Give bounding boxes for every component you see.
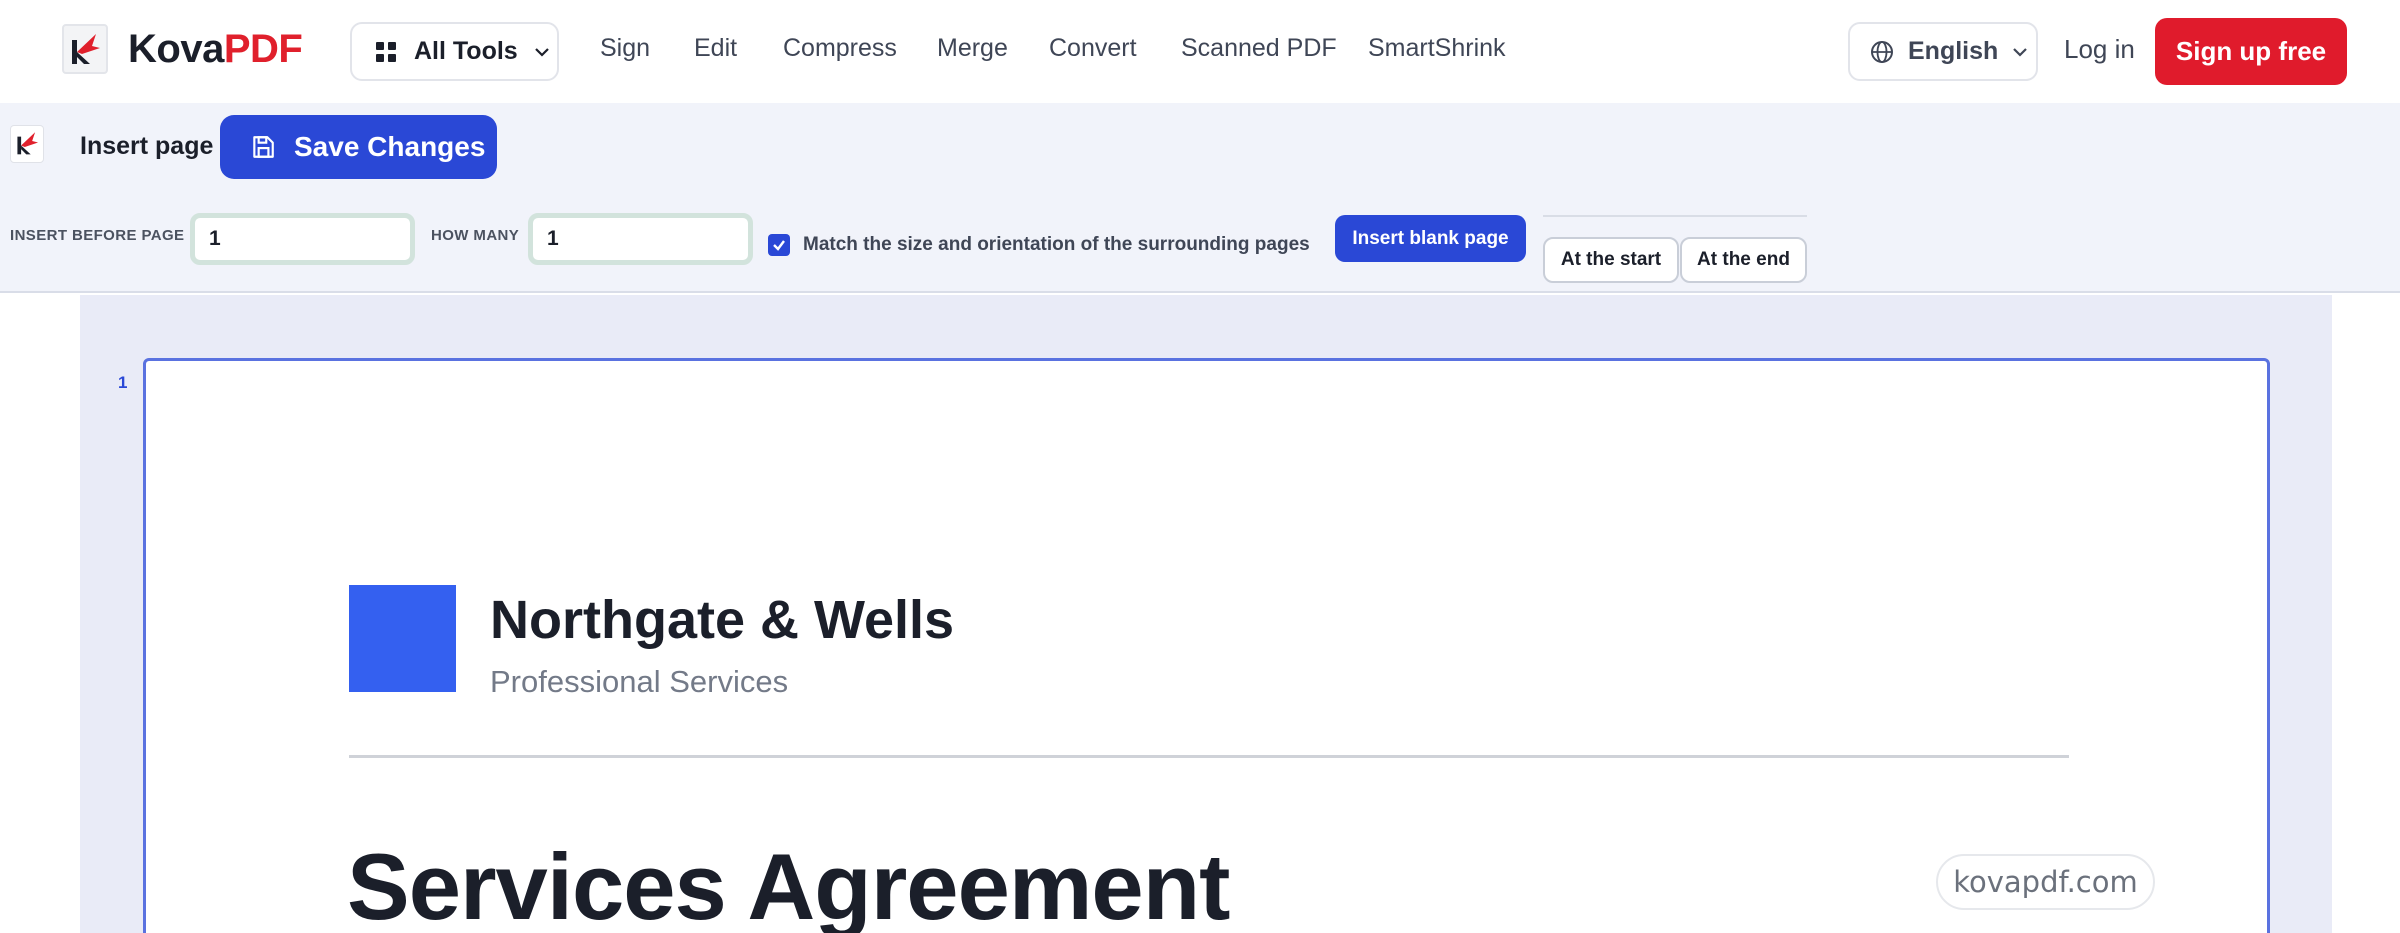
kovapdf-logo-icon[interactable] — [10, 125, 44, 163]
brand-name-part2: PDF — [223, 26, 303, 71]
nav-link-scanned-pdf[interactable]: Scanned PDF — [1181, 34, 1337, 63]
check-icon — [773, 240, 785, 251]
nav-link-merge[interactable]: Merge — [937, 34, 1008, 63]
save-changes-label: Save Changes — [294, 131, 486, 162]
company-logo-square — [349, 585, 456, 692]
at-the-start-button[interactable]: At the start — [1543, 237, 1679, 283]
nav-link-sign[interactable]: Sign — [600, 34, 650, 63]
nav-link-compress[interactable]: Compress — [783, 34, 897, 63]
save-changes-button[interactable]: Save Changes — [220, 115, 497, 179]
divider — [1543, 215, 1807, 217]
page-number: 1 — [118, 373, 128, 392]
chevron-down-icon — [2013, 47, 2028, 57]
language-selector[interactable]: English — [1848, 22, 2038, 81]
how-many-label: HOW MANY — [431, 227, 520, 244]
brand-name: KovaPDF — [128, 26, 303, 72]
top-navigation: KovaPDF All Tools Sign Edit Compress Mer… — [0, 0, 2400, 103]
save-icon — [253, 136, 274, 158]
login-link[interactable]: Log in — [2064, 34, 2135, 65]
all-tools-dropdown[interactable]: All Tools — [350, 22, 559, 81]
insert-page-toolbar: Insert page Save Changes INSERT BEFORE P… — [0, 103, 2400, 293]
how-many-input[interactable] — [528, 213, 753, 265]
language-label: English — [1908, 37, 1999, 65]
grid-icon — [376, 41, 396, 62]
brand-name-part1: Kova — [128, 26, 224, 71]
page-thumbnail[interactable]: Northgate & Wells Professional Services … — [143, 358, 2270, 933]
match-size-checkbox[interactable] — [768, 234, 790, 256]
insert-before-label: INSERT BEFORE PAGE — [10, 227, 185, 244]
tool-title: Insert page — [80, 132, 214, 160]
nav-link-edit[interactable]: Edit — [694, 34, 737, 63]
document-heading: Services Agreement — [347, 834, 1230, 933]
brand-logo[interactable]: KovaPDF — [62, 24, 303, 74]
insert-before-input[interactable] — [190, 213, 415, 265]
at-the-end-button[interactable]: At the end — [1680, 237, 1807, 283]
divider — [349, 755, 2069, 758]
kovapdf-logo-icon — [62, 24, 108, 74]
company-subtitle: Professional Services — [490, 664, 789, 699]
globe-icon — [1871, 40, 1893, 63]
nav-link-smartshrink[interactable]: SmartShrink — [1368, 34, 1506, 63]
company-name: Northgate & Wells — [490, 590, 955, 650]
all-tools-label: All Tools — [414, 37, 518, 65]
chevron-down-icon — [534, 47, 549, 57]
signup-button[interactable]: Sign up free — [2155, 18, 2347, 85]
nav-link-convert[interactable]: Convert — [1049, 34, 1137, 63]
insert-blank-page-button[interactable]: Insert blank page — [1335, 215, 1526, 262]
watermark-badge: kovapdf.com — [1936, 854, 2155, 910]
match-size-label[interactable]: Match the size and orientation of the su… — [803, 234, 1310, 256]
